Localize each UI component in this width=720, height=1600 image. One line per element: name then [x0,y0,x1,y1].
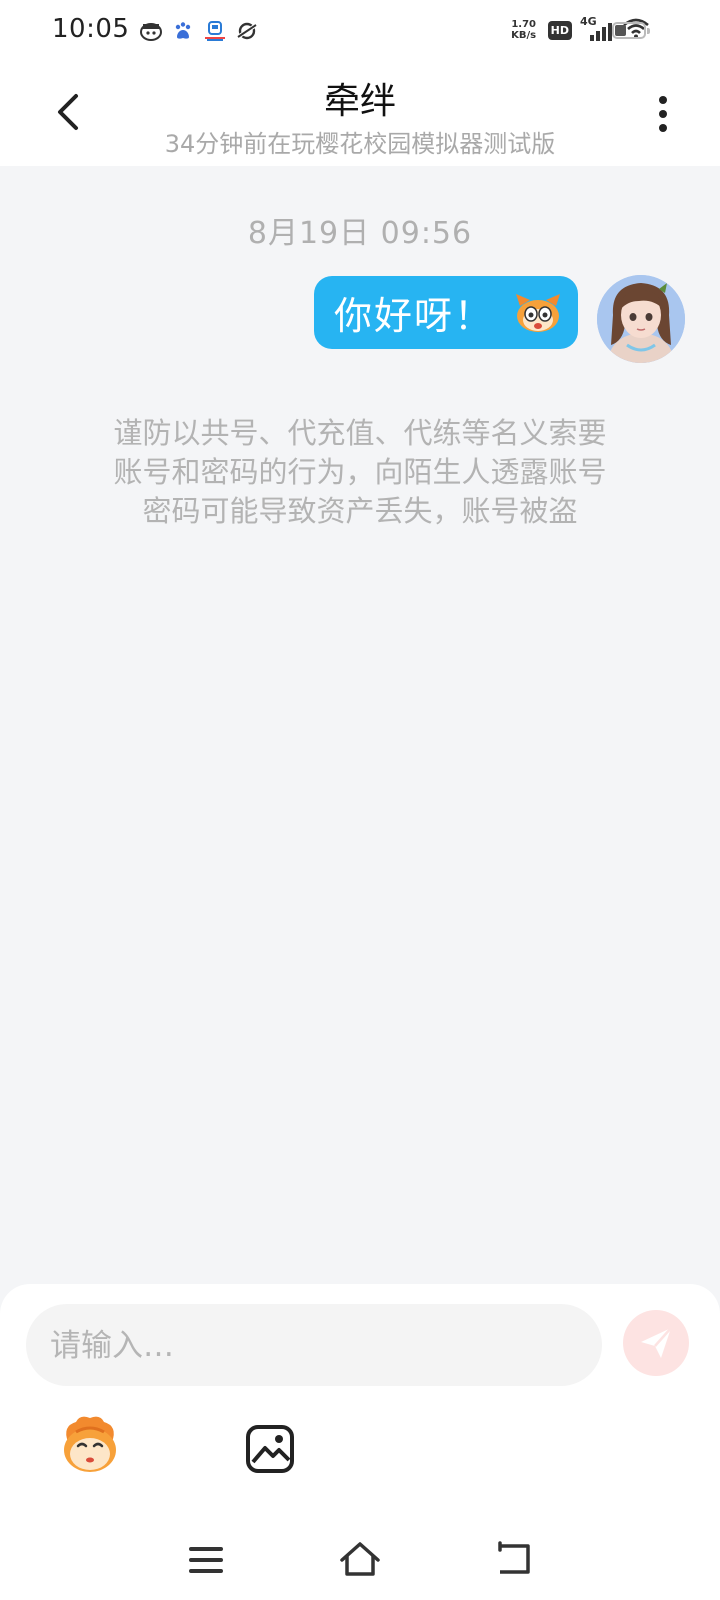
cartoon-face-icon [514,292,562,334]
message-bubble[interactable]: 你好呀！ [314,276,578,349]
message-input[interactable] [48,1304,582,1388]
planet-icon [236,20,258,42]
nav-back-button[interactable] [494,1540,534,1578]
system-nav-bar [0,1520,720,1600]
online-status-subtitle: 34分钟前在玩樱花校园模拟器测试版 [164,130,556,158]
signal-icon: 4G [580,15,614,43]
image-icon [246,1425,294,1473]
net-speed-value: 1.70 [511,19,536,30]
message-timestamp: 8月19日 09:56 [247,216,473,251]
warning-line: 账号和密码的行为，向陌生人透露账号 [113,455,607,489]
security-warning: 谨防以共号、代充值、代练等名义索要 账号和密码的行为，向陌生人透露账号 密码可能… [70,414,650,531]
message-text: 你好呀！ [334,294,495,338]
send-button[interactable] [623,1310,689,1376]
emoji-mascot-icon [64,1416,116,1472]
home-icon [340,1542,380,1576]
page-title: 牵绊 [323,81,396,122]
warning-line: 谨防以共号、代充值、代练等名义索要 [113,416,607,450]
status-time: 10:05 [52,14,130,44]
net-speed-unit: KB/s [511,30,537,41]
nav-home-button[interactable] [338,1540,382,1578]
message-input-box[interactable] [26,1304,602,1388]
more-options-button[interactable] [648,90,678,138]
notification-icons [140,20,258,42]
menu-icon [189,1547,223,1573]
nav-menu-button[interactable] [188,1544,224,1576]
emoji-button[interactable] [58,1412,122,1476]
paper-plane-icon [641,1327,672,1358]
back-icon [498,1541,530,1574]
user-avatar[interactable] [597,275,685,363]
status-bar: 10:05 1.70 KB/s HD 4G [0,0,720,62]
image-button[interactable] [245,1424,295,1474]
battery-icon [612,22,650,39]
train-icon [204,20,226,42]
net-speed: 1.70 KB/s [508,19,540,41]
more-vertical-icon [659,96,667,132]
chat-header: 牵绊 34分钟前在玩樱花校园模拟器测试版 [0,62,720,166]
hd-badge: HD [547,20,572,40]
warning-line: 密码可能导致资产丢失，账号被盗 [142,494,578,528]
cat-face-icon [140,20,162,42]
battery-fill [615,25,626,36]
baidu-paw-icon [172,20,194,42]
